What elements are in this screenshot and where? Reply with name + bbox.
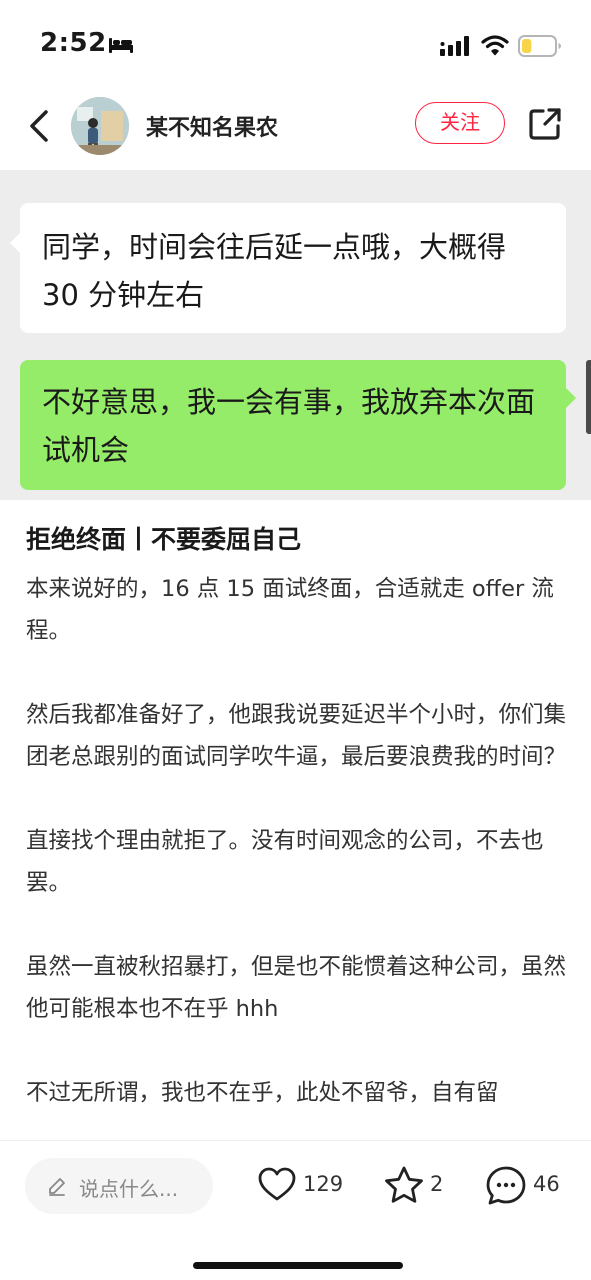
image-edge-strip	[586, 360, 591, 434]
wifi-icon	[481, 35, 509, 56]
collect-button[interactable]: 2	[383, 1165, 453, 1207]
post-paragraph: 虽然一直被秋招暴打，但是也不能惯着这种公司，虽然他可能根本也不在乎 hhh	[26, 954, 567, 1022]
author-name[interactable]: 某不知名果农	[146, 110, 278, 142]
status-time: 2:52	[40, 28, 107, 58]
post-paragraph: 直接找个理由就拒了。没有时间观念的公司，不去也罢。	[26, 828, 544, 896]
avatar-image	[71, 97, 129, 155]
collect-count: 2	[430, 1172, 444, 1196]
post-title: 拒绝终面丨不要委屈自己	[26, 525, 302, 554]
like-count: 129	[303, 1172, 344, 1196]
bottom-action-bar: 说点什么... 129 2 46	[0, 1140, 591, 1280]
status-bar: 2:52	[0, 0, 591, 90]
post-paragraph: 不过无所谓，我也不在乎，此处不留爷，自有留	[26, 1080, 499, 1106]
share-icon[interactable]	[527, 106, 563, 142]
avatar[interactable]	[71, 97, 129, 155]
battery-icon	[518, 35, 561, 57]
post-paragraph: 然后我都准备好了，他跟我说要延迟半个小时，你们集团老总跟别的面试同学吹牛逼，最后…	[26, 702, 567, 770]
star-icon	[385, 1166, 423, 1203]
chat-bubble-sent: 不好意思，我一会有事，我放弃本次面试机会	[20, 360, 576, 490]
post-header: 某不知名果农 关注	[0, 90, 591, 170]
home-indicator[interactable]	[193, 1262, 403, 1269]
comment-count: 46	[533, 1172, 560, 1196]
comment-bubble-icon	[486, 1166, 526, 1205]
like-button[interactable]: 129	[257, 1165, 347, 1207]
follow-button[interactable]: 关注	[415, 102, 505, 144]
comment-placeholder: 说点什么...	[79, 1177, 179, 1201]
post-paragraph: 本来说好的，16 点 15 面试终面，合适就走 offer 流程。	[26, 576, 554, 644]
pen-icon	[49, 1178, 65, 1196]
post-detail-page: 2:52 某不知名果农 关注 同学，时间会往后延一点哦，大概得 30 分钟左右 …	[0, 0, 591, 1280]
heart-icon	[258, 1167, 296, 1201]
chat-bubble-received: 同学，时间会往后延一点哦，大概得 30 分钟左右	[10, 203, 566, 333]
bed-icon	[109, 38, 133, 53]
signal-icon	[440, 36, 469, 56]
comment-button[interactable]: 46	[485, 1165, 565, 1207]
post-body: 本来说好的，16 点 15 面试终面，合适就走 offer 流程。 然后我都准备…	[26, 568, 571, 1140]
back-arrow-icon[interactable]	[24, 106, 54, 146]
comment-input[interactable]: 说点什么...	[25, 1158, 213, 1214]
chat-screenshot[interactable]: 同学，时间会往后延一点哦，大概得 30 分钟左右 不好意思，我一会有事，我放弃本…	[0, 170, 591, 500]
